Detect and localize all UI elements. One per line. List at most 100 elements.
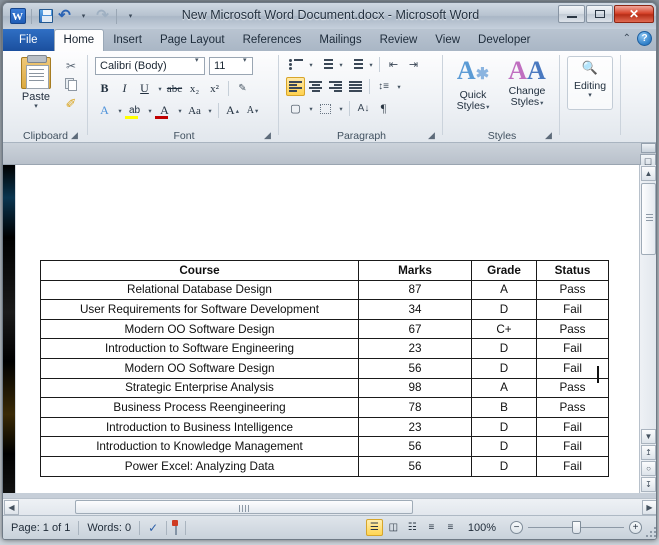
text-effects-button[interactable]: A — [95, 101, 114, 120]
align-center-button[interactable] — [306, 77, 325, 96]
cell-course[interactable]: Modern OO Software Design — [40, 357, 359, 379]
increase-indent-button[interactable]: ⇥ — [404, 55, 423, 74]
superscript-button[interactable]: x² — [205, 79, 224, 98]
cell-grade[interactable]: D — [471, 455, 537, 477]
table-row[interactable]: Introduction to Software Engineering 23 … — [40, 338, 609, 359]
cell-marks[interactable]: 56 — [358, 436, 472, 457]
cell-marks[interactable]: 34 — [358, 299, 472, 320]
close-button[interactable]: ✕ — [614, 5, 654, 23]
zoom-track[interactable] — [528, 521, 624, 534]
numbering-button[interactable] — [316, 55, 335, 74]
highlight-chevron-down-icon[interactable]: ▾ — [145, 101, 154, 120]
cell-marks[interactable]: 98 — [358, 377, 472, 399]
tab-review[interactable]: Review — [371, 30, 427, 51]
horizontal-scrollbar[interactable]: ◀ ▶ — [3, 498, 656, 515]
cell-status[interactable]: Fail — [536, 299, 609, 320]
view-outline-button[interactable]: ≡ — [423, 519, 440, 536]
grow-font-button[interactable]: A ▴ — [223, 101, 242, 120]
customize-qat-chevron-down-icon[interactable]: ▾ — [122, 8, 139, 25]
zoom-in-button[interactable]: + — [629, 521, 642, 534]
table-row[interactable]: Introduction to Business Intelligence 23… — [40, 416, 609, 438]
cell-grade[interactable]: D — [471, 357, 537, 379]
table-row[interactable]: Power Excel: Analyzing Data 56 D Fail — [40, 455, 609, 477]
view-draft-button[interactable]: ≡ — [442, 519, 459, 536]
change-case-button[interactable]: Aa — [185, 101, 204, 120]
spell-check-button[interactable]: ✓ — [140, 521, 166, 535]
cell-course[interactable]: Relational Database Design — [40, 279, 359, 301]
cell-course[interactable]: Strategic Enterprise Analysis — [40, 377, 359, 399]
font-color-chevron-down-icon[interactable]: ▾ — [175, 101, 184, 120]
shading-chevron-down-icon[interactable]: ▾ — [306, 99, 315, 118]
maximize-button[interactable] — [586, 5, 613, 23]
undo-icon[interactable]: ↶ — [56, 8, 73, 25]
cell-grade[interactable]: A — [471, 377, 537, 399]
font-size-chevron-down-icon[interactable]: ▾ — [243, 56, 247, 64]
undo-dropdown-chevron-down-icon[interactable]: ▾ — [75, 8, 92, 25]
cell-grade[interactable]: D — [471, 338, 537, 359]
zoom-slider[interactable]: − + — [510, 521, 642, 534]
cell-grade[interactable]: C+ — [471, 318, 537, 340]
cell-course[interactable]: Power Excel: Analyzing Data — [40, 455, 359, 477]
sort-button[interactable]: A↓ — [354, 99, 373, 118]
font-name-input[interactable]: Calibri (Body) — [95, 57, 205, 75]
zoom-slider-handle[interactable] — [572, 521, 581, 534]
multilevel-list-button[interactable] — [346, 55, 365, 74]
cell-course[interactable]: Modern OO Software Design — [40, 318, 359, 340]
underline-button[interactable]: U — [135, 79, 154, 98]
tab-mailings[interactable]: Mailings — [310, 30, 370, 51]
proofing-status-button[interactable] — [167, 520, 185, 535]
cell-status[interactable]: Pass — [536, 397, 609, 418]
paste-button[interactable]: Paste ▾ — [13, 55, 59, 111]
split-handle[interactable] — [641, 143, 656, 153]
cell-grade[interactable]: B — [471, 397, 537, 418]
paragraph-dialog-launcher[interactable]: ◢ — [426, 130, 437, 141]
format-painter-button[interactable]: ✐ — [61, 94, 81, 113]
cell-status[interactable]: Pass — [536, 318, 609, 340]
bold-button[interactable]: B — [95, 79, 114, 98]
tab-page-layout[interactable]: Page Layout — [151, 30, 234, 51]
cell-status[interactable]: Fail — [536, 436, 609, 457]
vertical-scroll-thumb[interactable] — [641, 183, 656, 255]
cell-status[interactable]: Fail — [536, 455, 609, 477]
show-formatting-marks-button[interactable]: ¶ — [374, 99, 393, 118]
change-case-chevron-down-icon[interactable]: ▾ — [205, 101, 214, 120]
line-spacing-chevron-down-icon[interactable]: ▾ — [394, 77, 403, 96]
bullets-button[interactable] — [286, 55, 305, 74]
cell-grade[interactable]: A — [471, 279, 537, 301]
clipboard-dialog-launcher[interactable]: ◢ — [69, 130, 80, 141]
highlight-button[interactable]: ab — [125, 101, 144, 120]
scroll-right-button[interactable]: ▶ — [642, 500, 656, 515]
bullets-chevron-down-icon[interactable]: ▾ — [306, 55, 315, 74]
cell-marks[interactable]: 23 — [358, 338, 472, 359]
table-row[interactable]: Introduction to Knowledge Management 56 … — [40, 436, 609, 457]
next-page-button[interactable]: ↧ — [641, 477, 656, 492]
borders-chevron-down-icon[interactable]: ▾ — [336, 99, 345, 118]
underline-chevron-down-icon[interactable]: ▾ — [155, 79, 164, 98]
table-row[interactable]: Modern OO Software Design 67 C+ Pass — [40, 318, 609, 340]
cell-course[interactable]: User Requirements for Software Developme… — [40, 299, 359, 320]
font-dialog-launcher[interactable]: ◢ — [262, 130, 273, 141]
shrink-font-button[interactable]: A ▾ — [243, 101, 262, 120]
previous-page-button[interactable]: ↥ — [641, 445, 656, 460]
italic-button[interactable]: I — [115, 79, 134, 98]
vertical-scrollbar[interactable]: ▲ ▼ ↥ ○ ↧ — [639, 165, 656, 493]
font-name-chevron-down-icon[interactable]: ▾ — [195, 56, 199, 64]
table-row[interactable]: Modern OO Software Design 56 D Fail — [40, 357, 609, 379]
cell-marks[interactable]: 23 — [358, 416, 472, 438]
document-page[interactable]: Course Marks Grade Status Relational Dat… — [15, 165, 641, 493]
course-grades-table[interactable]: Course Marks Grade Status Relational Dat… — [40, 260, 609, 477]
cell-status[interactable]: Pass — [536, 279, 609, 301]
tab-developer[interactable]: Developer — [469, 30, 539, 51]
line-spacing-button[interactable]: ↕≡ — [374, 77, 393, 96]
cell-grade[interactable]: D — [471, 416, 537, 438]
scroll-up-button[interactable]: ▲ — [641, 166, 656, 181]
view-print-layout-button[interactable]: ☰ — [365, 519, 383, 536]
cell-marks[interactable]: 56 — [358, 357, 472, 379]
table-row[interactable]: User Requirements for Software Developme… — [40, 299, 609, 320]
table-row[interactable]: Relational Database Design 87 A Pass — [40, 279, 609, 301]
styles-dialog-launcher[interactable]: ◢ — [543, 130, 554, 141]
editing-chevron-down-icon[interactable]: ▾ — [568, 92, 612, 100]
view-full-screen-reading-button[interactable]: ◫ — [385, 519, 402, 536]
cell-marks[interactable]: 87 — [358, 279, 472, 301]
strikethrough-button[interactable]: abc — [165, 79, 184, 98]
